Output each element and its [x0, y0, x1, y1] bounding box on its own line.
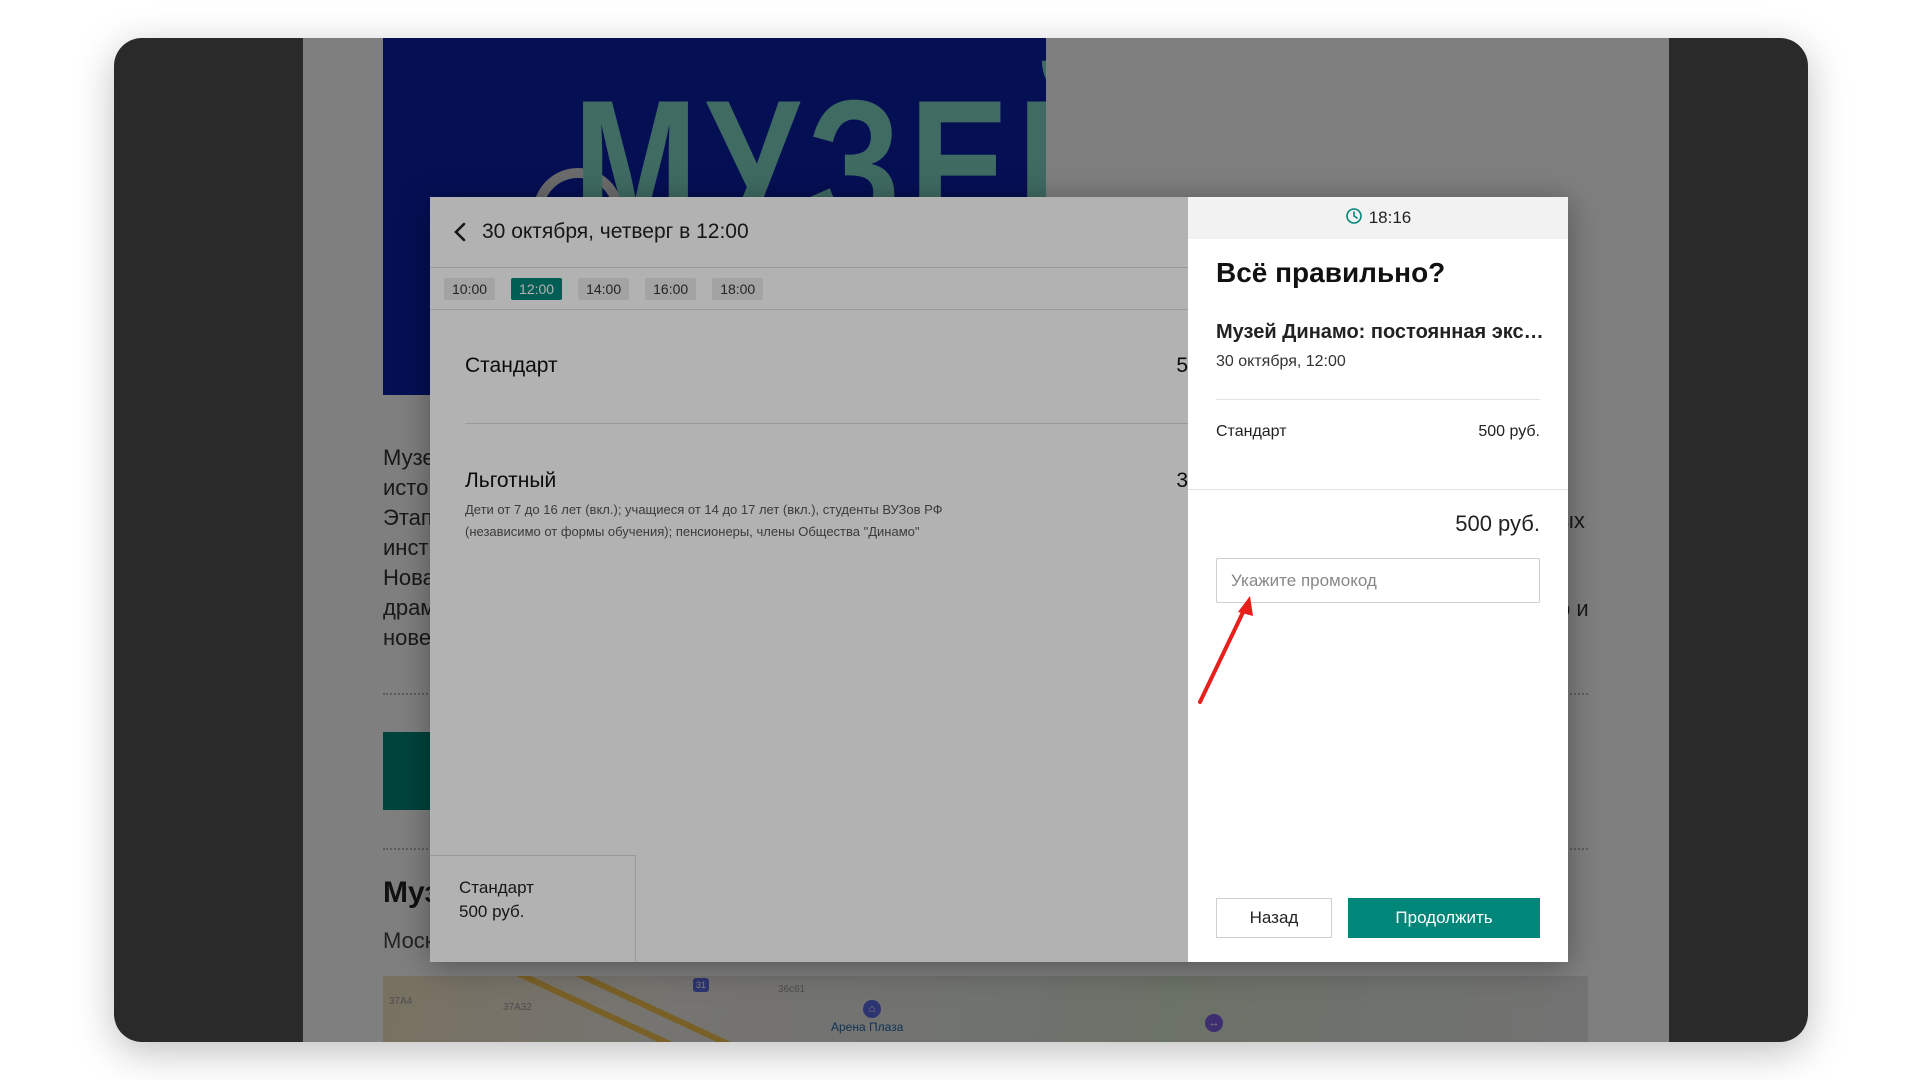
order-line-item: Стандарт 500 руб.: [1216, 423, 1540, 441]
promo-code-input[interactable]: [1216, 558, 1540, 603]
panel-overlay: [430, 197, 1188, 962]
ticket-price-partial: 3: [1176, 469, 1188, 492]
event-name: Музей Динамо: постоянная экспозиция: [1216, 321, 1546, 343]
divider: [1188, 489, 1568, 490]
ticket-description-line: (независимо от формы обучения); пенсионе…: [465, 524, 920, 539]
clock-icon: [1345, 207, 1363, 230]
time-slot[interactable]: 18:00: [712, 277, 764, 300]
line-item-name: Стандарт: [1216, 423, 1287, 440]
event-datetime: 30 октября, 12:00: [1216, 353, 1346, 370]
ticket-description: Дети от 7 до 16 лет (вкл.); учащиеся от …: [465, 499, 1188, 543]
selected-date-title: 30 октября, четверг в 12:00: [482, 220, 749, 243]
divider: [1216, 399, 1540, 400]
ticket-description-line: Дети от 7 до 16 лет (вкл.); учащиеся от …: [465, 502, 943, 517]
ticket-option-discount[interactable]: Льготный 3 Дети от 7 до 16 лет (вкл.); у…: [465, 469, 1188, 543]
ticket-price-partial: 5: [1176, 354, 1188, 377]
ticket-name: Льготный: [465, 469, 557, 492]
booking-modal: 30 октября, четверг в 12:00 10:00 12:00 …: [430, 197, 1568, 962]
summary-ticket-name: Стандарт: [459, 878, 534, 897]
ticket-name: Стандарт: [465, 354, 558, 377]
confirmation-title: Всё правильно?: [1216, 257, 1446, 288]
summary-ticket-price: 500 руб.: [459, 902, 525, 921]
time-slot[interactable]: 10:00: [444, 277, 496, 300]
panel-header: 30 октября, четверг в 12:00: [430, 197, 1188, 268]
timer-value: 18:16: [1368, 208, 1412, 227]
time-slot-bar: 10:00 12:00 14:00 16:00 18:00: [430, 268, 1188, 310]
ticket-option-standard[interactable]: Стандарт 5: [465, 354, 1188, 378]
confirmation-panel: 18:16 Всё правильно? Музей Динамо: посто…: [1188, 197, 1568, 962]
order-summary-mini: Стандарт 500 руб.: [430, 855, 636, 962]
time-slot[interactable]: 16:00: [645, 277, 697, 300]
order-total: 500 руб.: [1455, 511, 1540, 536]
ticket-selection-panel: 30 октября, четверг в 12:00 10:00 12:00 …: [430, 197, 1188, 962]
session-timer: 18:16: [1188, 197, 1568, 239]
row-divider: [465, 423, 1188, 424]
line-item-price: 500 руб.: [1478, 423, 1540, 440]
continue-button[interactable]: Продолжить: [1348, 898, 1540, 938]
back-button[interactable]: Назад: [1216, 898, 1332, 938]
time-slot[interactable]: 14:00: [578, 277, 630, 300]
time-slot-selected[interactable]: 12:00: [511, 277, 563, 300]
chevron-left-icon[interactable]: [448, 220, 472, 244]
